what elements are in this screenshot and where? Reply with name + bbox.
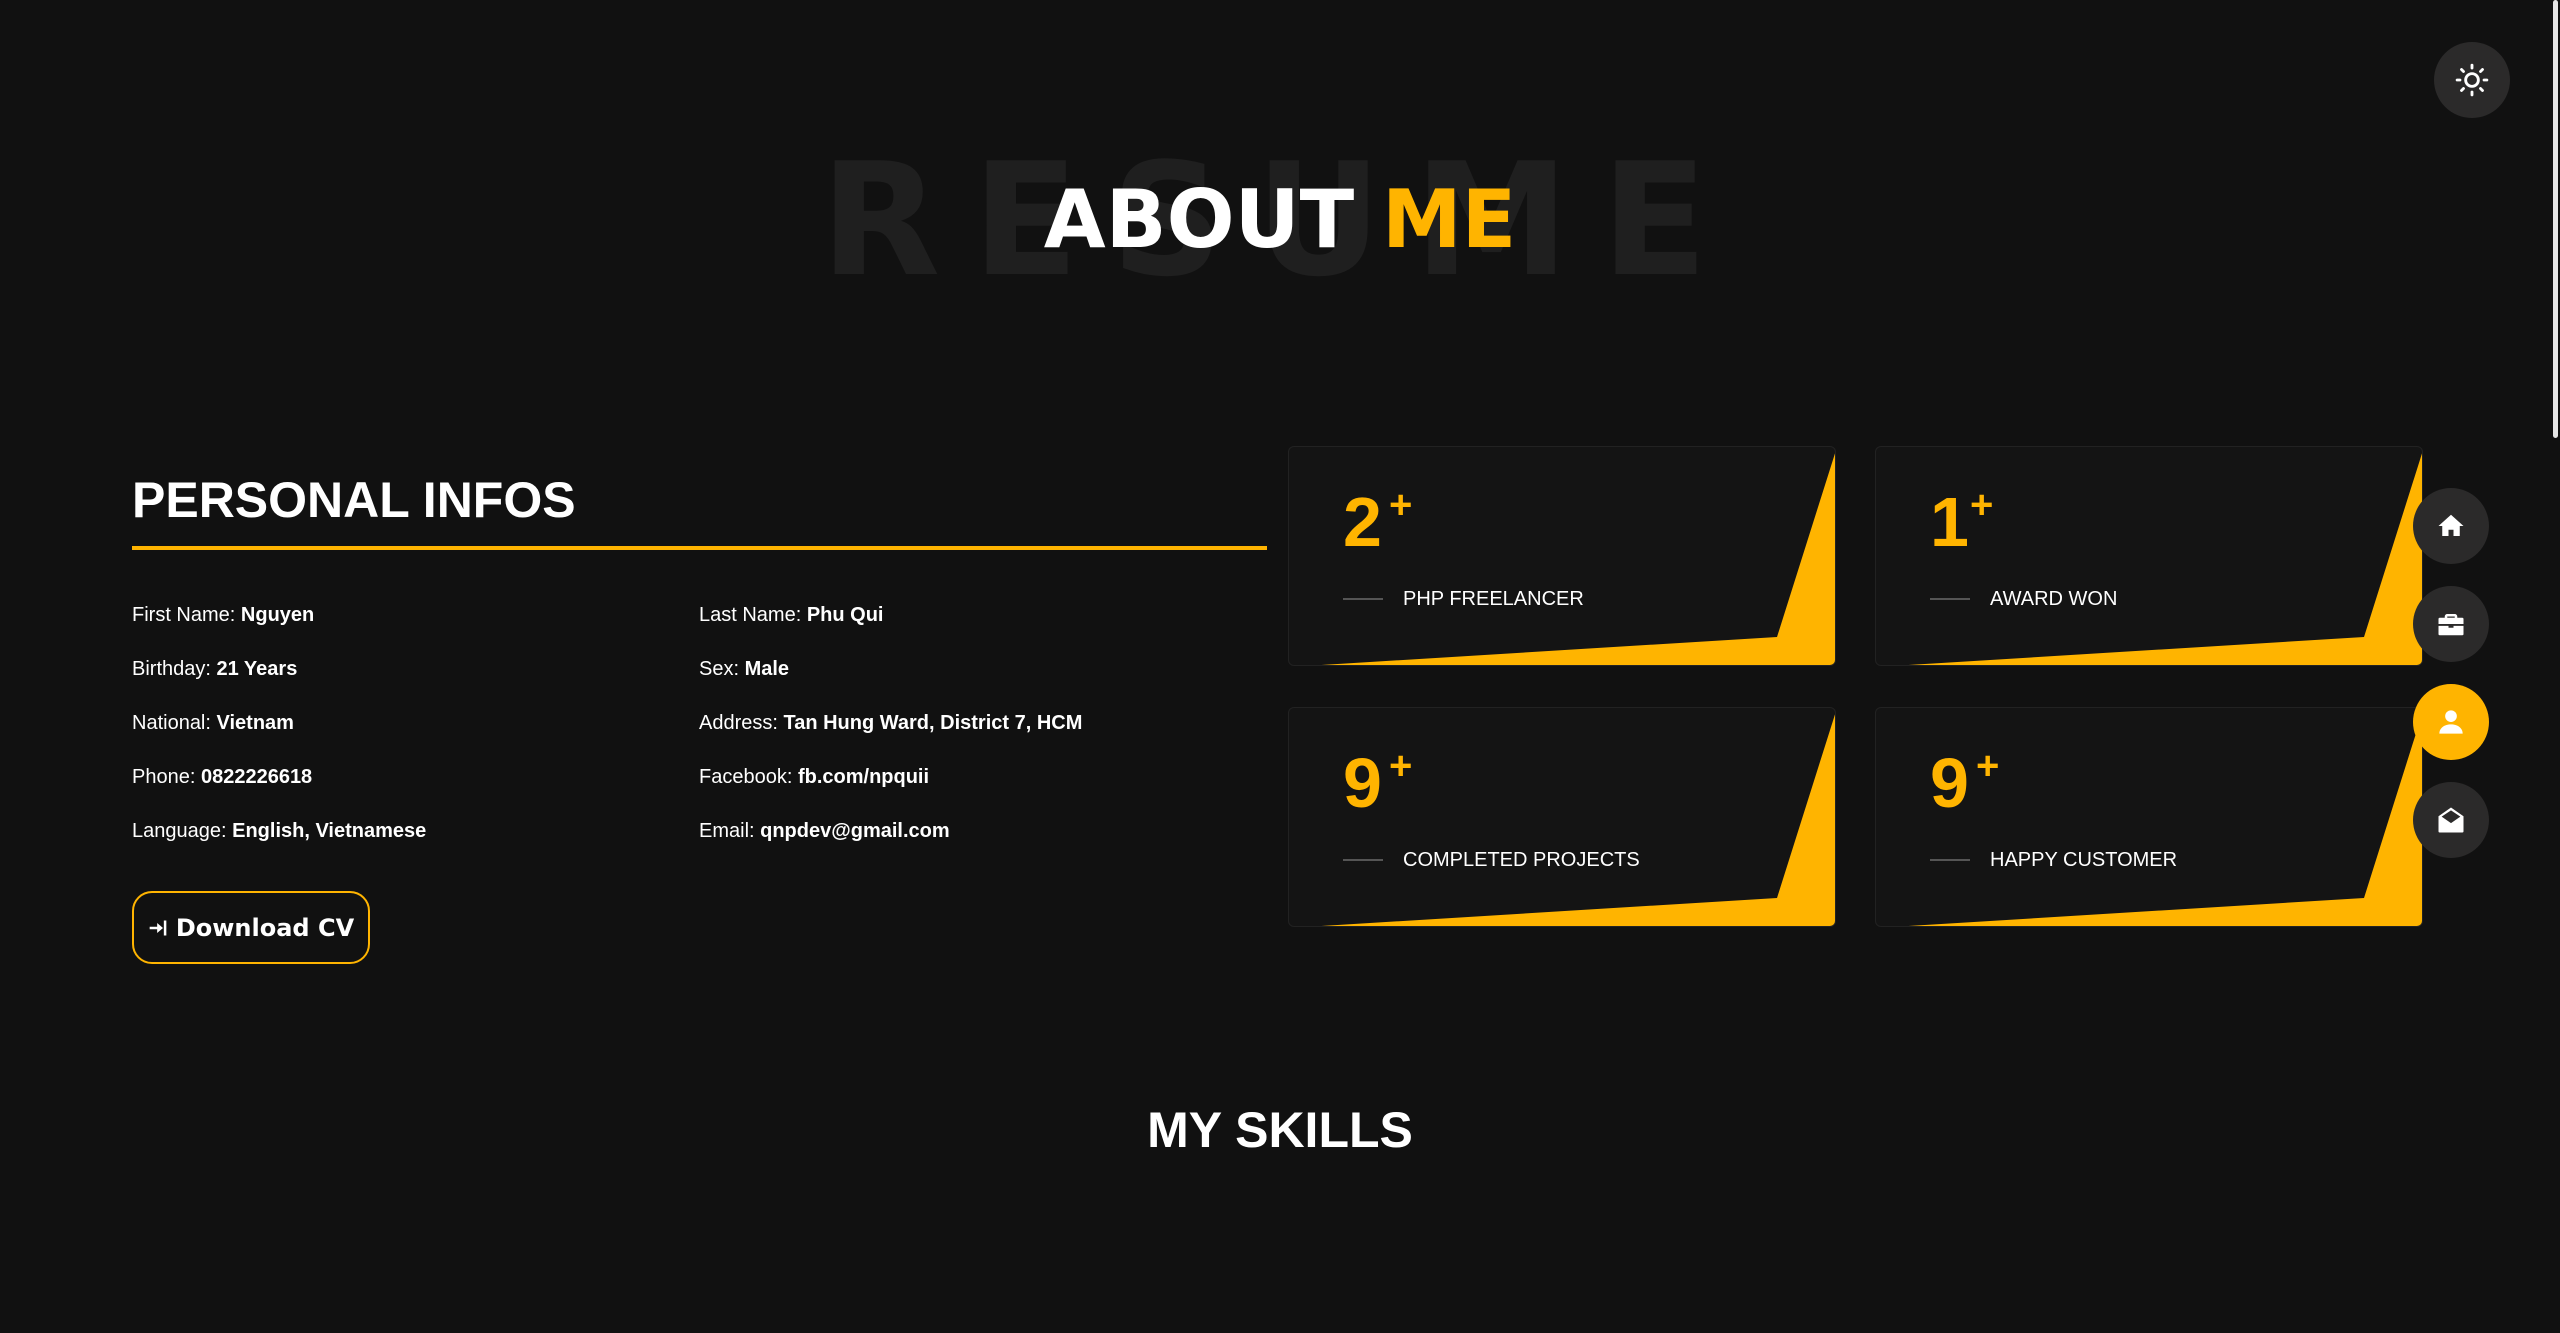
info-first-name: First Name: Nguyen: [132, 600, 426, 654]
stat-label: COMPLETED PROJECTS: [1403, 849, 1640, 871]
info-value: Phu Qui: [806, 604, 884, 626]
stat-number: 1: [1930, 483, 1969, 561]
stat-number: 9: [1930, 744, 1969, 822]
user-icon: [2439, 710, 2463, 734]
briefcase-icon: [2438, 614, 2464, 636]
info-language: Language: English, Vietnamese: [132, 816, 426, 870]
stat-divider: [1930, 859, 1970, 861]
info-label: First Name:: [132, 604, 241, 626]
envelope-open-icon: [2438, 807, 2464, 833]
info-value: 21 Years: [216, 658, 298, 680]
info-label: Last Name:: [699, 604, 807, 626]
info-facebook: Facebook: fb.com/npquii: [699, 762, 1082, 816]
personal-infos-heading: PERSONAL INFOS: [132, 472, 576, 528]
info-label: Address:: [699, 712, 784, 734]
download-cv-label: Download CV: [175, 913, 355, 942]
nav-home-button[interactable]: [2413, 488, 2489, 564]
theme-toggle-button[interactable]: [2434, 42, 2510, 118]
stat-number: 2: [1343, 483, 1382, 561]
info-column-right: Last Name: Phu Qui Sex: Male Address: Ta…: [699, 600, 1082, 870]
info-label: Language:: [132, 820, 233, 842]
info-value: Male: [744, 658, 790, 680]
stat-divider: [1930, 598, 1970, 600]
info-value: Tan Hung Ward, District 7, HCM: [783, 712, 1083, 734]
section-title: RESUME ABOUT ME: [0, 140, 2560, 300]
stat-plus: +: [1970, 483, 1994, 527]
heading-underline: [132, 546, 1267, 550]
stat-number: 9: [1343, 744, 1382, 822]
about-page: RESUME ABOUT ME PERSONAL INFOS First Nam…: [0, 0, 2560, 1333]
info-value: 0822226618: [200, 766, 313, 788]
home-icon: [2438, 514, 2464, 536]
sun-icon: [2455, 63, 2489, 97]
info-value[interactable]: qnpdev@gmail.com: [760, 820, 950, 842]
info-last-name: Last Name: Phu Qui: [699, 600, 1082, 654]
stat-card: 1 + AWARD WON: [1875, 446, 2423, 666]
info-birthday: Birthday: 21 Years: [132, 654, 426, 708]
info-national: National: Vietnam: [132, 708, 426, 762]
info-label: Facebook:: [699, 766, 798, 788]
stat-card: 9 + COMPLETED PROJECTS: [1288, 707, 1836, 927]
stat-label: PHP FREELANCER: [1403, 588, 1584, 610]
info-phone: Phone: 0822226618: [132, 762, 426, 816]
stat-plus: +: [1976, 744, 2000, 788]
info-address: Address: Tan Hung Ward, District 7, HCM: [699, 708, 1082, 762]
info-label: Phone:: [132, 766, 201, 788]
stat-card: 2 + PHP FREELANCER: [1288, 446, 1836, 666]
info-value: Vietnam: [216, 712, 294, 734]
info-label: Birthday:: [132, 658, 217, 680]
info-label: National:: [132, 712, 217, 734]
nav-contact-button[interactable]: [2413, 782, 2489, 858]
stat-divider: [1343, 598, 1383, 600]
sign-in-icon: [149, 920, 167, 935]
stat-label: AWARD WON: [1990, 588, 2118, 610]
stat-label: HAPPY CUSTOMER: [1990, 849, 2178, 871]
nav-about-button[interactable]: [2413, 684, 2489, 760]
page-title: ABOUT ME: [0, 170, 2560, 270]
stat-divider: [1343, 859, 1383, 861]
title-accent: ME: [1382, 173, 1517, 266]
stat-plus: +: [1389, 483, 1413, 527]
info-sex: Sex: Male: [699, 654, 1082, 708]
info-column-left: First Name: Nguyen Birthday: 21 Years Na…: [132, 600, 426, 870]
info-value: Nguyen: [240, 604, 315, 626]
skills-heading: MY SKILLS: [1147, 1102, 1413, 1158]
stat-plus: +: [1389, 744, 1413, 788]
title-main: ABOUT: [1043, 173, 1355, 266]
info-label: Sex:: [699, 658, 745, 680]
info-label: Email:: [699, 820, 761, 842]
download-cv-button[interactable]: Download CV: [132, 891, 370, 964]
info-email: Email: qnpdev@gmail.com: [699, 816, 1082, 870]
stat-card: 9 + HAPPY CUSTOMER: [1875, 707, 2423, 927]
info-value[interactable]: fb.com/npquii: [798, 766, 929, 788]
info-value: English, Vietnamese: [232, 820, 427, 842]
nav-portfolio-button[interactable]: [2413, 586, 2489, 662]
